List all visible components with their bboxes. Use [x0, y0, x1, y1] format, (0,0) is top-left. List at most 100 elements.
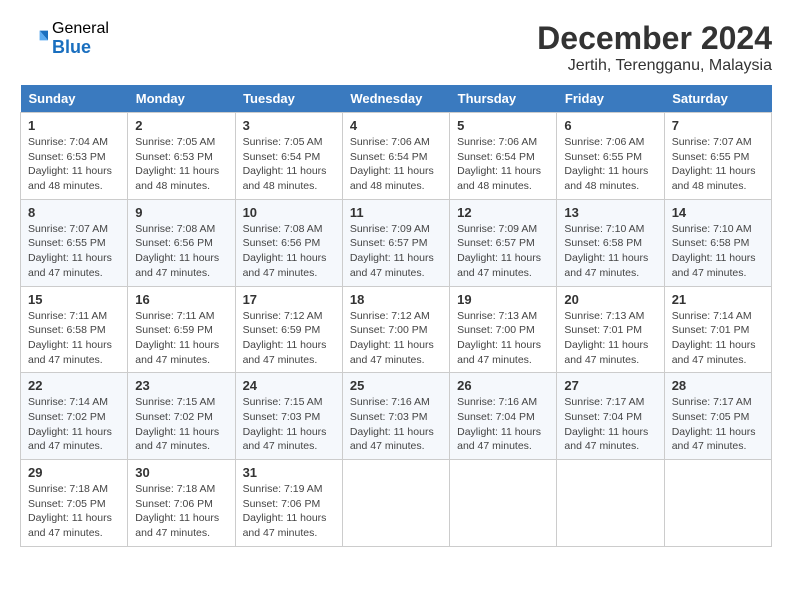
calendar-cell: 14 Sunrise: 7:10 AM Sunset: 6:58 PM Dayl… — [664, 199, 771, 286]
day-info: Sunrise: 7:09 AM Sunset: 6:57 PM Dayligh… — [350, 222, 442, 281]
day-info: Sunrise: 7:04 AM Sunset: 6:53 PM Dayligh… — [28, 135, 120, 194]
day-number: 22 — [28, 378, 120, 393]
day-info: Sunrise: 7:17 AM Sunset: 7:05 PM Dayligh… — [672, 395, 764, 454]
calendar-header-row: SundayMondayTuesdayWednesdayThursdayFrid… — [21, 85, 772, 113]
day-number: 18 — [350, 292, 442, 307]
day-info: Sunrise: 7:08 AM Sunset: 6:56 PM Dayligh… — [243, 222, 335, 281]
day-info: Sunrise: 7:12 AM Sunset: 7:00 PM Dayligh… — [350, 309, 442, 368]
day-number: 26 — [457, 378, 549, 393]
weekday-header: Tuesday — [235, 85, 342, 113]
day-info: Sunrise: 7:10 AM Sunset: 6:58 PM Dayligh… — [564, 222, 656, 281]
logo-text: General Blue — [52, 20, 109, 57]
day-info: Sunrise: 7:07 AM Sunset: 6:55 PM Dayligh… — [28, 222, 120, 281]
month-title: December 2024 — [537, 20, 772, 57]
day-number: 31 — [243, 465, 335, 480]
day-number: 19 — [457, 292, 549, 307]
location: Jertih, Terengganu, Malaysia — [537, 57, 772, 75]
day-number: 4 — [350, 118, 442, 133]
day-info: Sunrise: 7:13 AM Sunset: 7:01 PM Dayligh… — [564, 309, 656, 368]
day-info: Sunrise: 7:05 AM Sunset: 6:54 PM Dayligh… — [243, 135, 335, 194]
day-number: 6 — [564, 118, 656, 133]
calendar-cell: 19 Sunrise: 7:13 AM Sunset: 7:00 PM Dayl… — [450, 286, 557, 373]
day-info: Sunrise: 7:09 AM Sunset: 6:57 PM Dayligh… — [457, 222, 549, 281]
calendar-cell: 13 Sunrise: 7:10 AM Sunset: 6:58 PM Dayl… — [557, 199, 664, 286]
day-number: 11 — [350, 205, 442, 220]
day-number: 16 — [135, 292, 227, 307]
day-number: 23 — [135, 378, 227, 393]
weekday-header: Saturday — [664, 85, 771, 113]
logo-blue: Blue — [52, 38, 109, 58]
calendar-cell: 9 Sunrise: 7:08 AM Sunset: 6:56 PM Dayli… — [128, 199, 235, 286]
title-area: December 2024 Jertih, Terengganu, Malays… — [537, 20, 772, 75]
day-info: Sunrise: 7:17 AM Sunset: 7:04 PM Dayligh… — [564, 395, 656, 454]
logo-general: General — [52, 20, 109, 38]
calendar-cell: 3 Sunrise: 7:05 AM Sunset: 6:54 PM Dayli… — [235, 113, 342, 200]
calendar-week-row: 1 Sunrise: 7:04 AM Sunset: 6:53 PM Dayli… — [21, 113, 772, 200]
calendar-cell: 17 Sunrise: 7:12 AM Sunset: 6:59 PM Dayl… — [235, 286, 342, 373]
calendar-cell: 27 Sunrise: 7:17 AM Sunset: 7:04 PM Dayl… — [557, 373, 664, 460]
calendar-cell: 24 Sunrise: 7:15 AM Sunset: 7:03 PM Dayl… — [235, 373, 342, 460]
logo-icon — [20, 25, 48, 53]
day-number: 3 — [243, 118, 335, 133]
calendar-week-row: 15 Sunrise: 7:11 AM Sunset: 6:58 PM Dayl… — [21, 286, 772, 373]
day-info: Sunrise: 7:06 AM Sunset: 6:54 PM Dayligh… — [350, 135, 442, 194]
calendar-cell: 30 Sunrise: 7:18 AM Sunset: 7:06 PM Dayl… — [128, 460, 235, 547]
day-info: Sunrise: 7:06 AM Sunset: 6:55 PM Dayligh… — [564, 135, 656, 194]
calendar-cell: 18 Sunrise: 7:12 AM Sunset: 7:00 PM Dayl… — [342, 286, 449, 373]
day-number: 17 — [243, 292, 335, 307]
calendar-cell: 16 Sunrise: 7:11 AM Sunset: 6:59 PM Dayl… — [128, 286, 235, 373]
calendar-cell — [450, 460, 557, 547]
page-header: General Blue December 2024 Jertih, Teren… — [20, 20, 772, 75]
day-number: 24 — [243, 378, 335, 393]
calendar-cell — [664, 460, 771, 547]
day-number: 14 — [672, 205, 764, 220]
day-number: 8 — [28, 205, 120, 220]
day-number: 28 — [672, 378, 764, 393]
day-info: Sunrise: 7:19 AM Sunset: 7:06 PM Dayligh… — [243, 482, 335, 541]
calendar-cell: 6 Sunrise: 7:06 AM Sunset: 6:55 PM Dayli… — [557, 113, 664, 200]
calendar-cell: 28 Sunrise: 7:17 AM Sunset: 7:05 PM Dayl… — [664, 373, 771, 460]
calendar-cell: 2 Sunrise: 7:05 AM Sunset: 6:53 PM Dayli… — [128, 113, 235, 200]
day-info: Sunrise: 7:10 AM Sunset: 6:58 PM Dayligh… — [672, 222, 764, 281]
day-info: Sunrise: 7:14 AM Sunset: 7:01 PM Dayligh… — [672, 309, 764, 368]
logo: General Blue — [20, 20, 109, 57]
calendar-cell: 21 Sunrise: 7:14 AM Sunset: 7:01 PM Dayl… — [664, 286, 771, 373]
day-info: Sunrise: 7:18 AM Sunset: 7:05 PM Dayligh… — [28, 482, 120, 541]
calendar-cell — [557, 460, 664, 547]
day-info: Sunrise: 7:06 AM Sunset: 6:54 PM Dayligh… — [457, 135, 549, 194]
weekday-header: Monday — [128, 85, 235, 113]
calendar-cell: 5 Sunrise: 7:06 AM Sunset: 6:54 PM Dayli… — [450, 113, 557, 200]
day-info: Sunrise: 7:11 AM Sunset: 6:59 PM Dayligh… — [135, 309, 227, 368]
weekday-header: Thursday — [450, 85, 557, 113]
day-info: Sunrise: 7:16 AM Sunset: 7:04 PM Dayligh… — [457, 395, 549, 454]
day-number: 15 — [28, 292, 120, 307]
calendar-cell: 22 Sunrise: 7:14 AM Sunset: 7:02 PM Dayl… — [21, 373, 128, 460]
calendar-cell: 8 Sunrise: 7:07 AM Sunset: 6:55 PM Dayli… — [21, 199, 128, 286]
day-info: Sunrise: 7:14 AM Sunset: 7:02 PM Dayligh… — [28, 395, 120, 454]
calendar-cell: 10 Sunrise: 7:08 AM Sunset: 6:56 PM Dayl… — [235, 199, 342, 286]
day-number: 30 — [135, 465, 227, 480]
calendar-cell: 29 Sunrise: 7:18 AM Sunset: 7:05 PM Dayl… — [21, 460, 128, 547]
day-info: Sunrise: 7:18 AM Sunset: 7:06 PM Dayligh… — [135, 482, 227, 541]
calendar-cell: 23 Sunrise: 7:15 AM Sunset: 7:02 PM Dayl… — [128, 373, 235, 460]
weekday-header: Sunday — [21, 85, 128, 113]
calendar-cell: 4 Sunrise: 7:06 AM Sunset: 6:54 PM Dayli… — [342, 113, 449, 200]
day-number: 7 — [672, 118, 764, 133]
day-info: Sunrise: 7:07 AM Sunset: 6:55 PM Dayligh… — [672, 135, 764, 194]
calendar-cell: 12 Sunrise: 7:09 AM Sunset: 6:57 PM Dayl… — [450, 199, 557, 286]
day-number: 21 — [672, 292, 764, 307]
calendar-cell: 15 Sunrise: 7:11 AM Sunset: 6:58 PM Dayl… — [21, 286, 128, 373]
day-info: Sunrise: 7:13 AM Sunset: 7:00 PM Dayligh… — [457, 309, 549, 368]
calendar-cell: 25 Sunrise: 7:16 AM Sunset: 7:03 PM Dayl… — [342, 373, 449, 460]
weekday-header: Friday — [557, 85, 664, 113]
day-number: 2 — [135, 118, 227, 133]
day-info: Sunrise: 7:15 AM Sunset: 7:03 PM Dayligh… — [243, 395, 335, 454]
day-number: 5 — [457, 118, 549, 133]
calendar-table: SundayMondayTuesdayWednesdayThursdayFrid… — [20, 85, 772, 547]
calendar-cell: 20 Sunrise: 7:13 AM Sunset: 7:01 PM Dayl… — [557, 286, 664, 373]
calendar-cell: 1 Sunrise: 7:04 AM Sunset: 6:53 PM Dayli… — [21, 113, 128, 200]
calendar-cell: 7 Sunrise: 7:07 AM Sunset: 6:55 PM Dayli… — [664, 113, 771, 200]
day-number: 29 — [28, 465, 120, 480]
day-number: 1 — [28, 118, 120, 133]
day-number: 13 — [564, 205, 656, 220]
